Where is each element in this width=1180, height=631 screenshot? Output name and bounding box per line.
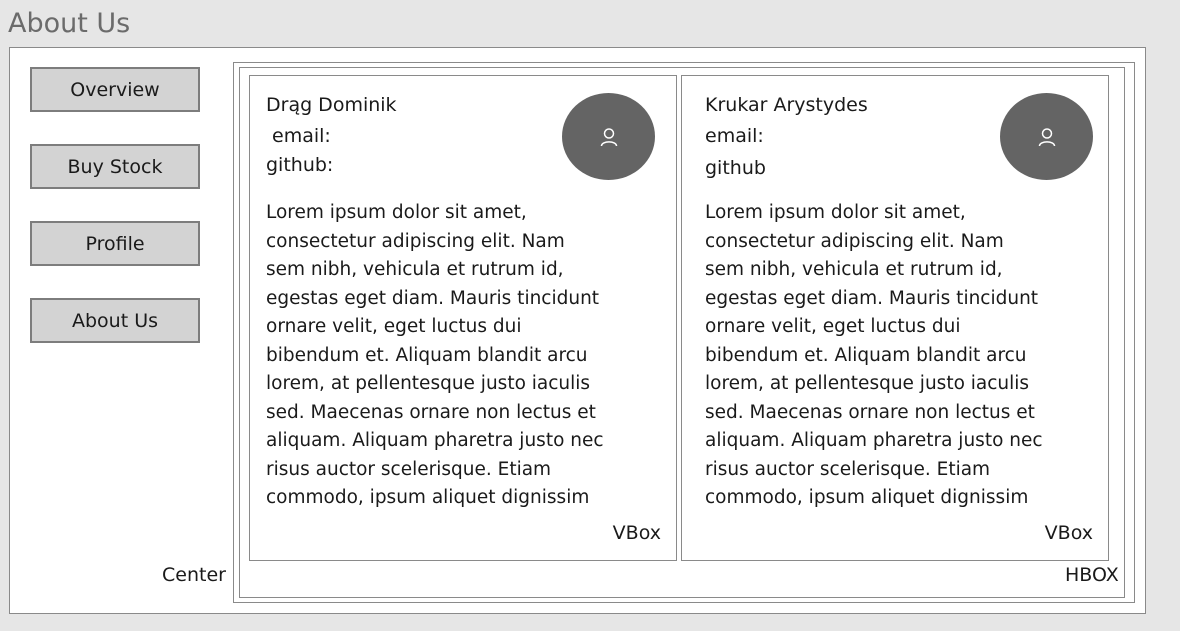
user-icon xyxy=(600,127,617,146)
github-label: github xyxy=(705,157,766,179)
center-layout-label: Center xyxy=(162,564,226,586)
person-name: Drąg Dominik xyxy=(266,94,397,116)
vbox-layout-label: VBox xyxy=(1044,522,1093,544)
avatar xyxy=(1000,93,1093,180)
hbox-layout-label: HBOX xyxy=(1065,564,1119,586)
bio-text: Lorem ipsum dolor sit amet, consectetur … xyxy=(266,202,604,508)
buy-stock-button[interactable]: Buy Stock xyxy=(30,144,200,189)
vbox-layout-label: VBox xyxy=(612,522,661,544)
profile-card: Krukar Arystydes email: github Lorem ips… xyxy=(681,75,1109,561)
person-name: Krukar Arystydes xyxy=(705,94,868,116)
email-label: email: xyxy=(705,125,764,147)
email-label: email: xyxy=(272,125,331,147)
user-icon xyxy=(1038,127,1055,146)
page-title: About Us xyxy=(8,8,131,39)
profile-card: Drąg Dominik email: github: Lorem ipsum … xyxy=(249,75,677,561)
github-label: github: xyxy=(266,154,334,176)
profile-button[interactable]: Profile xyxy=(30,221,200,266)
avatar xyxy=(562,93,655,180)
bio-text: Lorem ipsum dolor sit amet, consectetur … xyxy=(705,202,1043,508)
about-us-button[interactable]: About Us xyxy=(30,298,200,343)
overview-button[interactable]: Overview xyxy=(30,67,200,112)
